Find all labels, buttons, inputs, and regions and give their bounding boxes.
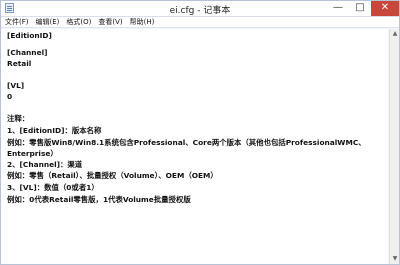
window-controls: — □ ✕ — [327, 1, 399, 16]
text-line: Enterprise） — [7, 149, 58, 158]
text-line: 例如：零售版Win8/Win8.1系统包含Professional、Core两个… — [7, 138, 366, 147]
title-bar[interactable]: ei.cfg - 记事本 — □ ✕ — [1, 1, 399, 17]
menu-format[interactable]: 格式(O) — [66, 17, 91, 27]
text-line: [VL] — [7, 81, 25, 90]
text-line: 注释： — [7, 114, 30, 123]
notepad-window: ei.cfg - 记事本 — □ ✕ 文件(F) 编辑(E) 格式(O) 查看(… — [0, 0, 400, 265]
text-line: 3、[VL]：数值（0或者1） — [7, 183, 99, 192]
menu-help[interactable]: 帮助(H) — [130, 17, 155, 27]
minimize-button[interactable]: — — [327, 1, 349, 16]
menu-edit[interactable]: 编辑(E) — [36, 17, 60, 27]
vertical-scrollbar[interactable]: ▲ ▼ — [389, 29, 399, 264]
text-line: 0 — [7, 92, 13, 101]
menu-bar: 文件(F) 编辑(E) 格式(O) 查看(V) 帮助(H) — [1, 17, 399, 28]
text-line: Retail — [7, 59, 32, 68]
text-line: 2、[Channel]：渠道 — [7, 160, 83, 169]
scroll-down-arrow-icon[interactable]: ▼ — [391, 255, 399, 263]
text-editor[interactable]: [EditionID] [Channel] Retail [VL] 0 注释： … — [1, 29, 388, 264]
text-line: [Channel] — [7, 48, 48, 57]
text-line: 例如：零售（Retail）、批量授权（Volume）、OEM（OEM） — [7, 171, 218, 180]
menu-view[interactable]: 查看(V) — [98, 17, 122, 27]
maximize-button[interactable]: □ — [349, 1, 371, 16]
text-line: 例如：0代表Retail零售版，1代表Volume批量授权版 — [7, 195, 191, 204]
text-line: 1、[EditionID]：版本名称 — [7, 126, 102, 135]
text-line: [EditionID] — [7, 31, 52, 40]
close-button[interactable]: ✕ — [371, 1, 399, 16]
scroll-up-arrow-icon[interactable]: ▲ — [391, 30, 399, 38]
menu-file[interactable]: 文件(F) — [5, 17, 29, 27]
